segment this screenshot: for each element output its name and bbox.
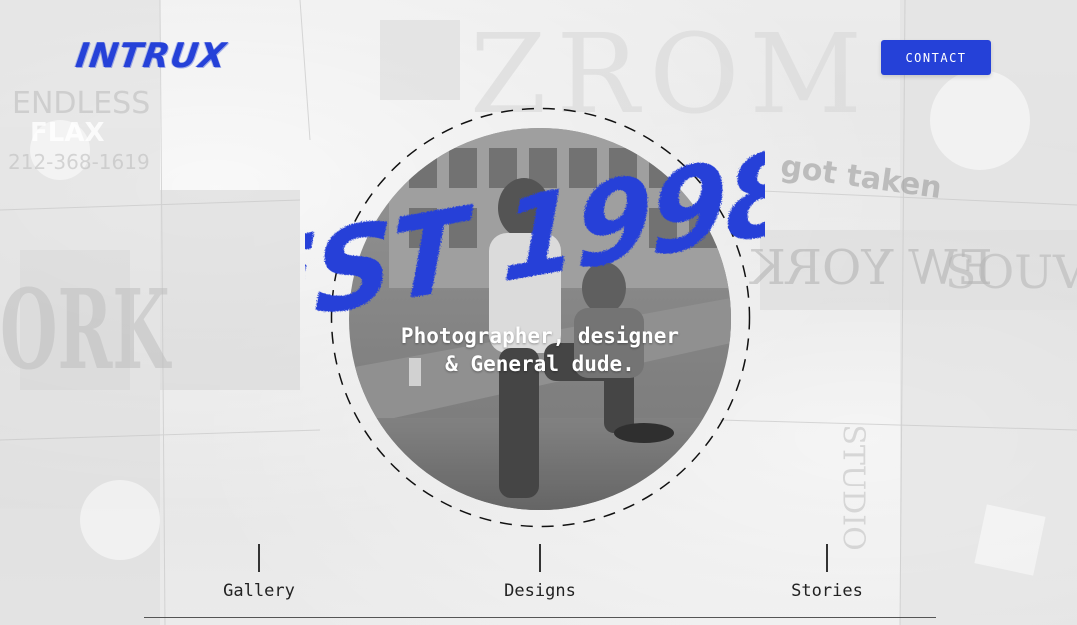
tagline-line-2: & General dude.: [445, 352, 635, 376]
bg-graffiti-ork: ORK: [0, 265, 170, 394]
nav-item-gallery[interactable]: Gallery: [199, 540, 319, 610]
nav-item-stories[interactable]: Stories: [767, 540, 887, 610]
headline-est-1998: EST 1998: [305, 150, 765, 320]
page: ENDLESS FLAX 212-368-1619 ZROM ORK EW YO…: [0, 0, 1077, 625]
nav-tick: [258, 544, 260, 572]
headline-text: EST 1998: [305, 150, 765, 320]
nav-tick: [539, 544, 541, 572]
hero-tagline: Photographer, designer & General dude.: [340, 322, 740, 378]
bg-graffiti-got-taken: got taken: [778, 148, 944, 207]
contact-button[interactable]: CONTACT: [881, 40, 991, 75]
bg-graffiti-vertical: STUDIO: [835, 424, 871, 551]
bg-graffiti-phone: 212-368-1619: [8, 150, 150, 174]
bg-graffiti-souv: SOUVE: [945, 245, 1077, 299]
bg-graffiti-flax: FLAX: [30, 118, 105, 148]
bg-graffiti-new: EW YORK: [750, 240, 993, 296]
nav-item-designs[interactable]: Designs: [480, 540, 600, 610]
nav-tick: [826, 544, 828, 572]
nav-label: Designs: [504, 581, 576, 601]
bottom-nav: Gallery Designs Stories: [144, 540, 936, 618]
nav-label: Gallery: [223, 581, 295, 601]
brand-logo[interactable]: INTRUX: [73, 36, 229, 76]
tagline-line-1: Photographer, designer: [400, 324, 680, 348]
bg-graffiti-endless: ENDLESS: [12, 86, 151, 121]
nav-label: Stories: [791, 581, 863, 601]
